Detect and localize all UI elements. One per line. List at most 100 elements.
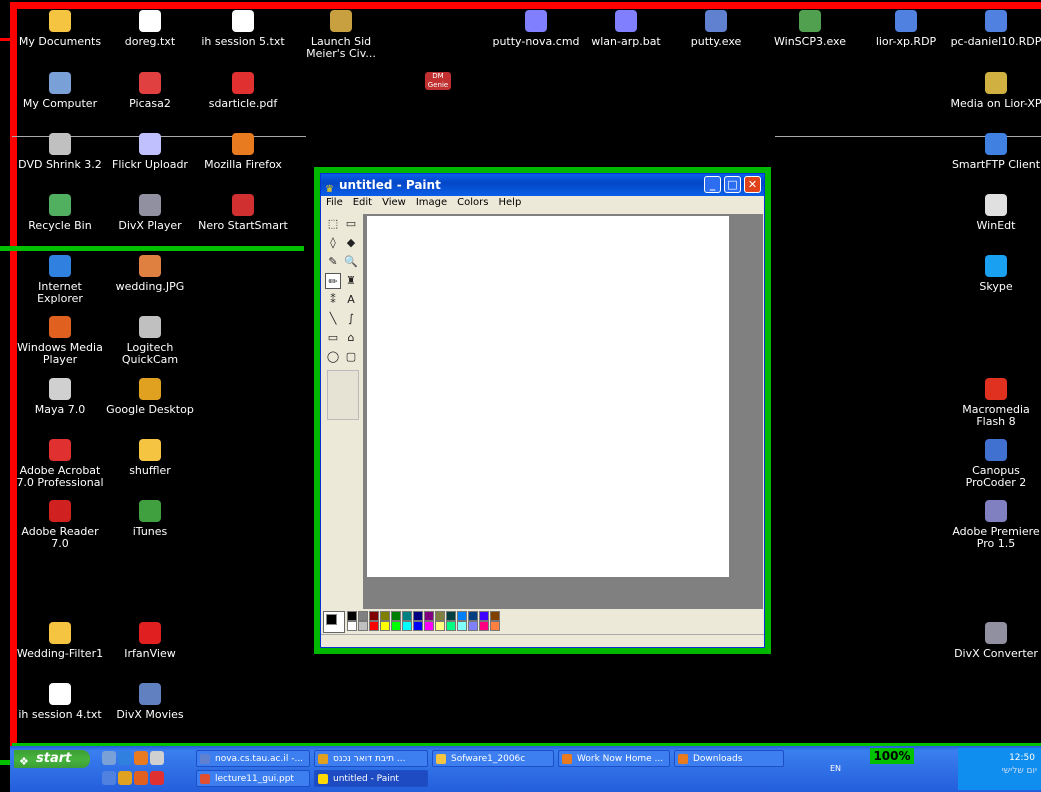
menu-colors[interactable]: Colors [452,196,493,209]
desktop-icon[interactable]: Adobe Premiere Pro 1.5 [950,500,1041,550]
clock[interactable]: 12:50 [1009,753,1035,763]
eyedropper-icon[interactable]: ✎ [325,254,341,270]
menu-image[interactable]: Image [411,196,452,209]
desktop-icon[interactable]: putty-nova.cmd [490,10,582,48]
taskbar-button-folder[interactable]: Sofware1_2006c [432,750,554,767]
palette-swatch[interactable] [446,611,456,621]
pencil-icon[interactable]: ✏ [325,273,341,289]
palette-swatch[interactable] [424,611,434,621]
desktop-icon[interactable]: My Documents [14,10,106,48]
palette-swatch[interactable] [457,621,467,631]
palette-swatch[interactable] [347,611,357,621]
desktop-icon[interactable]: lior-xp.RDP [860,10,952,48]
rectangle-icon[interactable]: ▭ [325,330,341,346]
fill-icon[interactable]: ◆ [343,235,359,251]
palette-swatch[interactable] [358,611,368,621]
desktop-icon[interactable]: Launch Sid Meier's Civ... [295,10,387,60]
desktop-icon[interactable]: WinEdt [950,194,1041,232]
palette-swatch[interactable] [468,621,478,631]
desktop-icon[interactable]: iTunes [104,500,196,538]
menu-edit[interactable]: Edit [348,196,377,209]
palette-swatch[interactable] [380,611,390,621]
quicklaunch-firefox-icon[interactable] [134,751,148,765]
desktop-icon[interactable]: Picasa2 [104,72,196,110]
quicklaunch-pdf-icon[interactable] [150,771,164,785]
desktop-icon[interactable]: wedding.JPG [104,255,196,293]
maximize-button[interactable]: □ [724,176,741,193]
desktop-icon[interactable]: DivX Converter [950,622,1041,660]
desktop-icon[interactable]: DVD Shrink 3.2 [14,133,106,171]
desktop-icon[interactable]: Wedding-Filter1 [14,622,106,660]
minimize-button[interactable]: _ [704,176,721,193]
quicklaunch-desktop-icon[interactable] [102,751,116,765]
desktop-icon[interactable]: Skype [950,255,1041,293]
palette-swatch[interactable] [391,611,401,621]
menu-file[interactable]: File [321,196,348,209]
ellipse-icon[interactable]: ◯ [325,349,341,365]
rounded-rect-icon[interactable]: ▢ [343,349,359,365]
close-button[interactable]: ✕ [744,176,761,193]
palette-swatch[interactable] [413,611,423,621]
eraser-icon[interactable]: ◊ [325,235,341,251]
text-icon[interactable]: A [343,292,359,308]
taskbar-button-putty[interactable]: nova.cs.tau.ac.il -... [196,750,310,767]
tool-options-box[interactable] [327,370,359,420]
desktop-icon[interactable]: Flickr Uploadr [104,133,196,171]
palette-swatch[interactable] [435,611,445,621]
desktop-icon[interactable]: Mozilla Firefox [197,133,289,171]
free-select-icon[interactable]: ⬚ [325,216,341,232]
palette-swatch[interactable] [446,621,456,631]
dm-genie-icon[interactable]: DM Genie [425,72,451,90]
menu-help[interactable]: Help [494,196,527,209]
palette-swatch[interactable] [358,621,368,631]
desktop-icon[interactable]: Logitech QuickCam [104,316,196,366]
desktop-icon[interactable]: wlan-arp.bat [580,10,672,48]
taskbar-button-outlook[interactable]: תיבת דואר נכנס ... [314,750,428,767]
drawing-canvas[interactable] [367,216,729,577]
desktop-icon[interactable]: SmartFTP Client [950,133,1041,171]
desktop-icon[interactable]: pc-daniel10.RDP [950,10,1041,48]
palette-swatch[interactable] [435,621,445,631]
title-bar[interactable]: ♛ untitled - Paint _ □ ✕ [321,174,764,196]
desktop-icon[interactable]: DivX Player [104,194,196,232]
quicklaunch-explorer-icon[interactable] [102,771,116,785]
desktop-icon[interactable]: IrfanView [104,622,196,660]
current-colors[interactable] [323,611,345,633]
line-icon[interactable]: ╲ [325,311,341,327]
magnifier-icon[interactable]: 🔍 [343,254,359,270]
desktop-icon[interactable]: Adobe Acrobat 7.0 Professional [14,439,106,489]
airbrush-icon[interactable]: ⁑ [325,292,341,308]
taskbar-button-paint[interactable]: untitled - Paint [314,770,428,787]
desktop-icon[interactable]: Maya 7.0 [14,378,106,416]
desktop-icon[interactable]: My Computer [14,72,106,110]
palette-swatch[interactable] [347,621,357,631]
palette-swatch[interactable] [402,621,412,631]
start-button[interactable]: ❖ start [14,750,90,768]
desktop-icon[interactable]: Windows Media Player [14,316,106,366]
menu-view[interactable]: View [377,196,411,209]
palette-swatch[interactable] [490,621,500,631]
desktop-icon[interactable]: ih session 4.txt [14,683,106,721]
desktop-icon[interactable]: putty.exe [670,10,762,48]
taskbar-button-firefox[interactable]: Work Now Home ... [558,750,670,767]
quicklaunch-notepad-icon[interactable] [150,751,164,765]
palette-swatch[interactable] [369,611,379,621]
desktop-icon[interactable]: Adobe Reader 7.0 [14,500,106,550]
quicklaunch-chrome-icon[interactable] [118,771,132,785]
desktop-icon[interactable]: Google Desktop [104,378,196,416]
taskbar-button-downloads[interactable]: Downloads [674,750,784,767]
palette-swatch[interactable] [479,621,489,631]
desktop-icon[interactable]: Media on Lior-XP [950,72,1041,110]
desktop-icon[interactable]: Macromedia Flash 8 [950,378,1041,428]
palette-swatch[interactable] [490,611,500,621]
palette-swatch[interactable] [369,621,379,631]
palette-swatch[interactable] [413,621,423,631]
palette-swatch[interactable] [424,621,434,631]
quicklaunch-ie-icon[interactable] [118,751,132,765]
palette-swatch[interactable] [380,621,390,631]
language-indicator[interactable]: EN [830,764,841,773]
polygon-icon[interactable]: ⌂ [343,330,359,346]
desktop-icon[interactable]: Canopus ProCoder 2 [950,439,1041,489]
desktop-icon[interactable]: WinSCP3.exe [764,10,856,48]
desktop-icon[interactable]: DivX Movies [104,683,196,721]
